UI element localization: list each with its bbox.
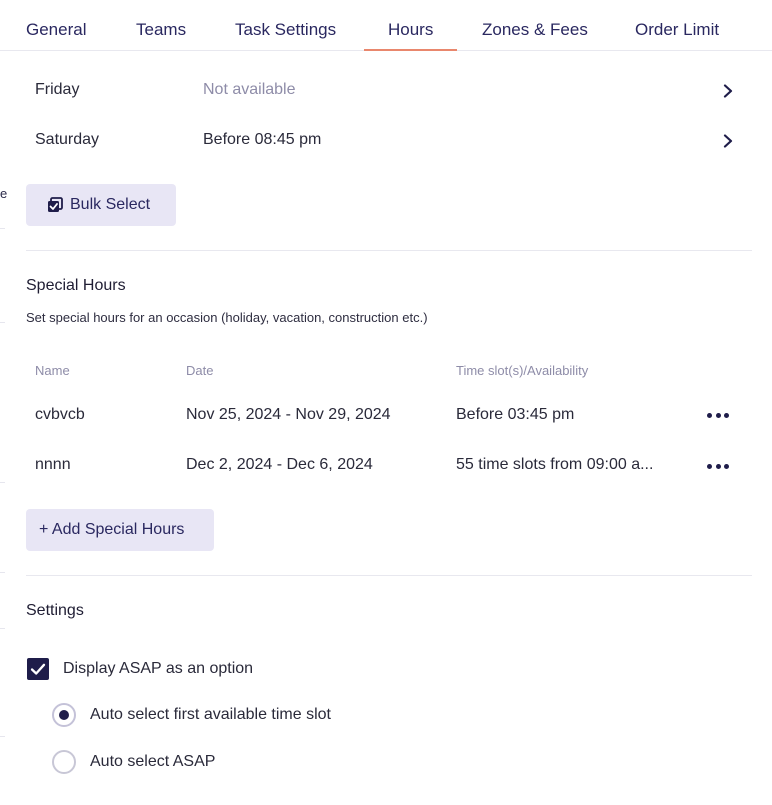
tab-zones-fees[interactable]: Zones & Fees (482, 20, 588, 40)
hours-row-friday[interactable]: Friday Not available (26, 65, 752, 115)
more-options-icon[interactable] (707, 462, 729, 470)
special-hours-description: Set special hours for an occasion (holid… (26, 310, 428, 325)
radio-first-available-label: Auto select first available time slot (90, 706, 331, 723)
special-hours-date: Dec 2, 2024 - Dec 6, 2024 (186, 456, 373, 473)
asap-checkbox-label: Display ASAP as an option (63, 660, 254, 677)
background-divider (0, 322, 5, 323)
special-hours-slots: Before 03:45 pm (456, 406, 575, 423)
day-hours-value: Before 08:45 pm (203, 131, 322, 148)
checkmark-icon (30, 663, 46, 675)
add-special-hours-label: + Add Special Hours (39, 521, 185, 538)
bulk-select-label: Bulk Select (70, 196, 151, 213)
radio-first-available[interactable] (52, 703, 76, 727)
background-divider (0, 228, 5, 229)
more-options-icon[interactable] (707, 411, 729, 419)
special-hours-title: Special Hours (26, 277, 126, 294)
hours-row-saturday[interactable]: Saturday Before 08:45 pm (26, 115, 752, 165)
tab-task-settings[interactable]: Task Settings (235, 20, 336, 40)
section-divider (26, 575, 752, 576)
tab-teams[interactable]: Teams (136, 20, 186, 40)
column-header-date: Date (186, 363, 214, 378)
day-name: Friday (35, 81, 80, 98)
chevron-right-icon[interactable] (721, 134, 735, 148)
tab-hours[interactable]: Hours (363, 20, 458, 51)
background-divider (0, 482, 5, 483)
bulk-select-icon (48, 197, 63, 212)
tab-order-limit[interactable]: Order Limit (635, 20, 719, 40)
radio-auto-asap[interactable] (52, 750, 76, 774)
column-header-name: Name (35, 363, 70, 378)
special-hours-name: cvbvcb (35, 406, 85, 423)
settings-title: Settings (26, 602, 84, 619)
day-hours-value: Not available (203, 81, 296, 98)
background-divider (0, 736, 5, 737)
background-divider (0, 572, 5, 573)
column-header-slots: Time slot(s)/Availability (456, 363, 589, 378)
background-panel-fragment: e (0, 186, 8, 201)
chevron-right-icon[interactable] (721, 84, 735, 98)
section-divider (26, 250, 752, 251)
asap-checkbox[interactable] (27, 658, 49, 680)
radio-auto-asap-label: Auto select ASAP (90, 753, 216, 770)
special-hours-slots: 55 time slots from 09:00 a... (456, 456, 654, 473)
tab-bar: General Teams Task Settings Hours Zones … (0, 0, 772, 51)
special-hours-date: Nov 25, 2024 - Nov 29, 2024 (186, 406, 391, 423)
day-name: Saturday (35, 131, 100, 148)
add-special-hours-button[interactable]: + Add Special Hours (26, 509, 214, 551)
special-hours-name: nnnn (35, 456, 71, 473)
bulk-select-button[interactable]: Bulk Select (26, 184, 176, 226)
background-divider (0, 628, 5, 629)
tab-general[interactable]: General (26, 20, 86, 40)
